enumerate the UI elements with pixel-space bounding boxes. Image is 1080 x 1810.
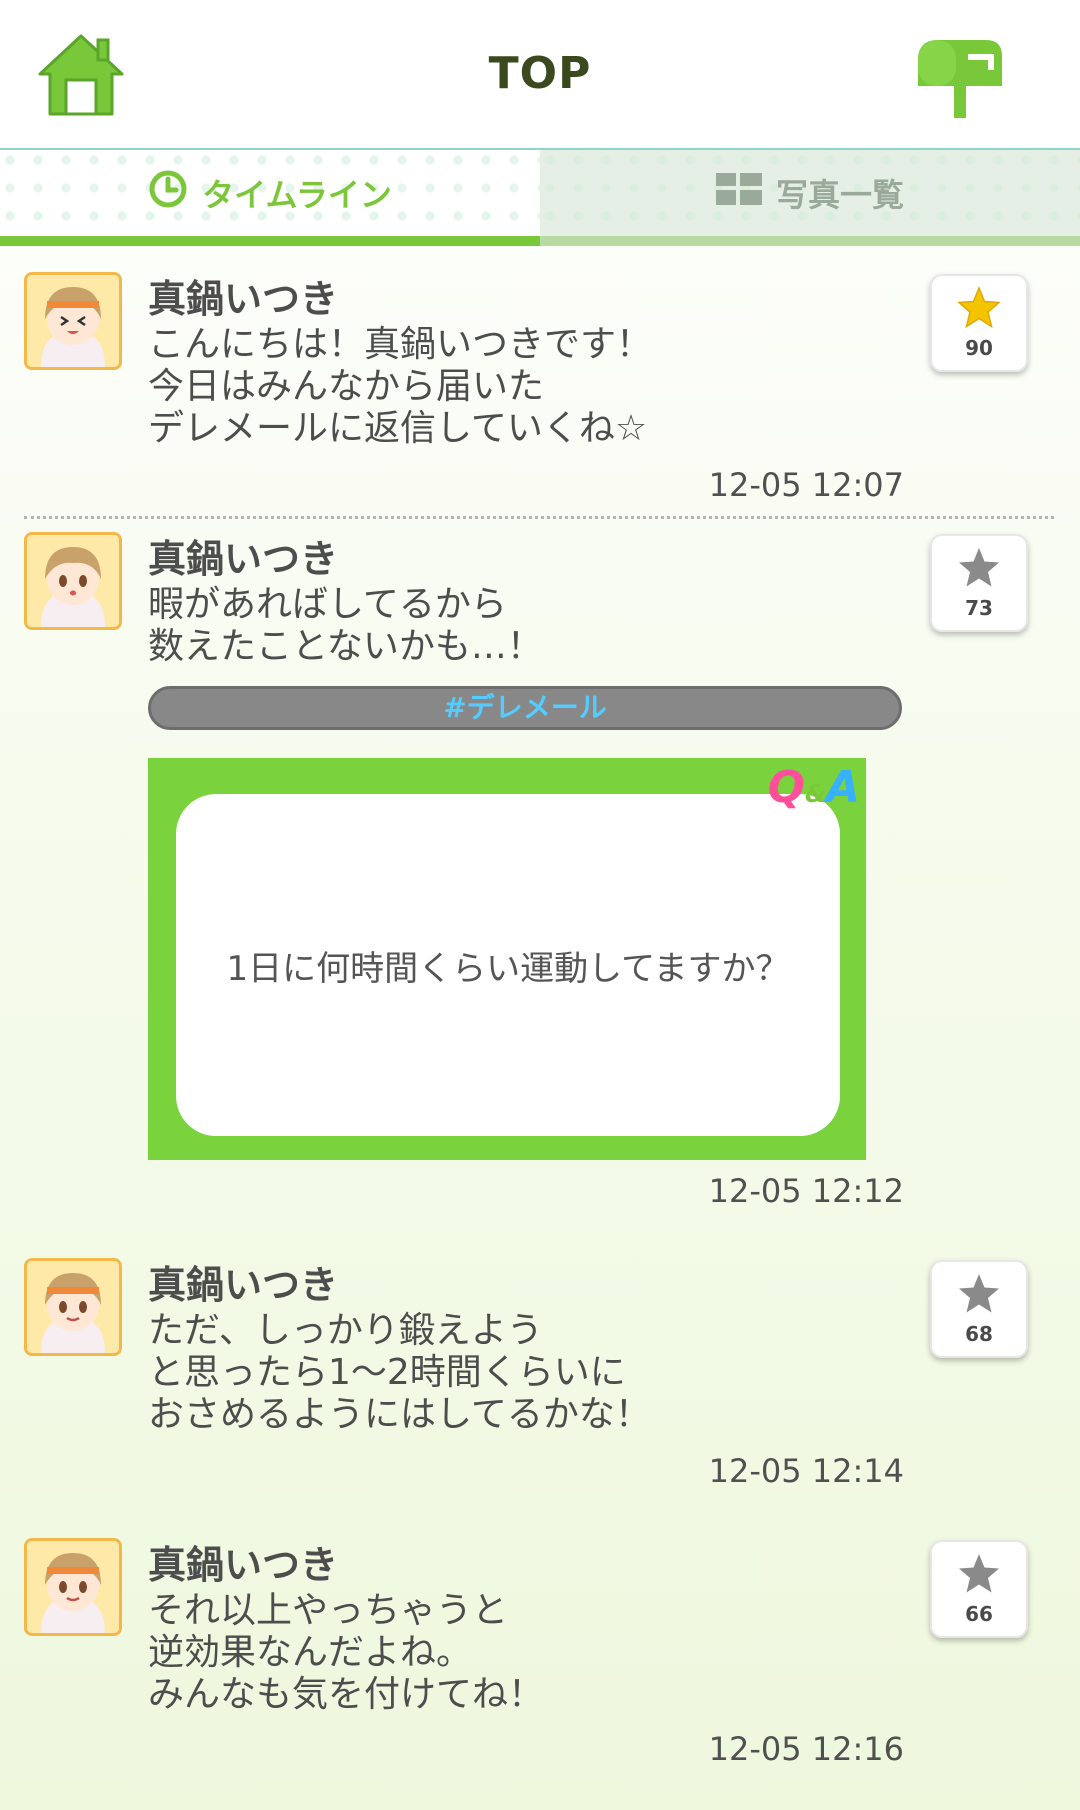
character-avatar-icon xyxy=(27,1541,119,1633)
star-icon xyxy=(959,548,999,587)
post-timestamp: 12-05 12:16 xyxy=(708,1730,904,1768)
star-icon xyxy=(959,1274,999,1313)
qa-logo-amp: & xyxy=(805,780,826,808)
qa-question: 1日に何時間くらい運動してますか？ xyxy=(176,794,840,1136)
tab-photos-label: 写真一覧 xyxy=(775,176,904,214)
post-text: こんにちは！真鍋いつきです！ 今日はみんなから届いた デレメールに返信していくね… xyxy=(148,324,653,449)
tab-inactive-indicator xyxy=(540,236,1080,246)
tab-photos[interactable]: 写真一覧 xyxy=(540,150,1080,236)
favorite-button[interactable]: 90 xyxy=(930,274,1028,372)
app-header: TOP xyxy=(0,0,1080,150)
grid-icon xyxy=(715,173,762,213)
post-divider xyxy=(24,516,1054,519)
favorite-count: 68 xyxy=(965,1322,993,1346)
post-author: 真鍋いつき xyxy=(148,277,339,321)
tab-bar: タイムライン 写真一覧 xyxy=(0,150,1080,246)
avatar[interactable] xyxy=(24,272,122,370)
avatar[interactable] xyxy=(24,1258,122,1356)
avatar[interactable] xyxy=(24,1538,122,1636)
hashtag-banner[interactable]: #デレメール xyxy=(148,686,902,730)
star-icon xyxy=(957,286,1001,329)
post-timestamp: 12-05 12:07 xyxy=(708,466,904,504)
favorite-count: 73 xyxy=(965,596,993,620)
post-timestamp: 12-05 12:12 xyxy=(708,1172,904,1210)
qa-logo-a: A xyxy=(825,762,860,813)
favorite-count: 90 xyxy=(965,336,993,360)
favorite-count: 66 xyxy=(965,1602,993,1626)
post-timestamp: 12-05 12:14 xyxy=(708,1452,904,1490)
tab-timeline[interactable]: タイムライン xyxy=(0,150,540,236)
favorite-button[interactable]: 68 xyxy=(930,1260,1028,1358)
tab-active-indicator xyxy=(0,236,540,246)
mailbox-icon xyxy=(918,40,1002,118)
favorite-button[interactable]: 73 xyxy=(930,534,1028,632)
character-avatar-icon xyxy=(27,275,119,367)
character-avatar-icon xyxy=(27,1261,119,1353)
post-author: 真鍋いつき xyxy=(148,1543,339,1587)
clock-icon xyxy=(148,169,188,217)
star-icon xyxy=(959,1554,999,1593)
post-text: ただ、しっかり鍛えよう と思ったら1〜2時間くらいに おさめるようにはしてるかな… xyxy=(148,1310,651,1435)
mailbox-button[interactable] xyxy=(914,36,1006,120)
post-text: それ以上やっちゃうと 逆効果なんだよね。 みんなも気を付けてね！ xyxy=(148,1590,545,1715)
post-author: 真鍋いつき xyxy=(148,1263,339,1307)
qa-card[interactable]: 1日に何時間くらい運動してますか？ Q&A xyxy=(148,758,866,1160)
post-author: 真鍋いつき xyxy=(148,537,339,581)
character-avatar-icon xyxy=(27,535,119,627)
avatar[interactable] xyxy=(24,532,122,630)
qa-logo: Q&A xyxy=(768,762,860,813)
post-text: 暇があればしてるから 数えたことないかも…！ xyxy=(148,584,543,667)
favorite-button[interactable]: 66 xyxy=(930,1540,1028,1638)
tab-timeline-label: タイムライン xyxy=(202,176,392,214)
qa-logo-q: Q xyxy=(767,762,805,813)
